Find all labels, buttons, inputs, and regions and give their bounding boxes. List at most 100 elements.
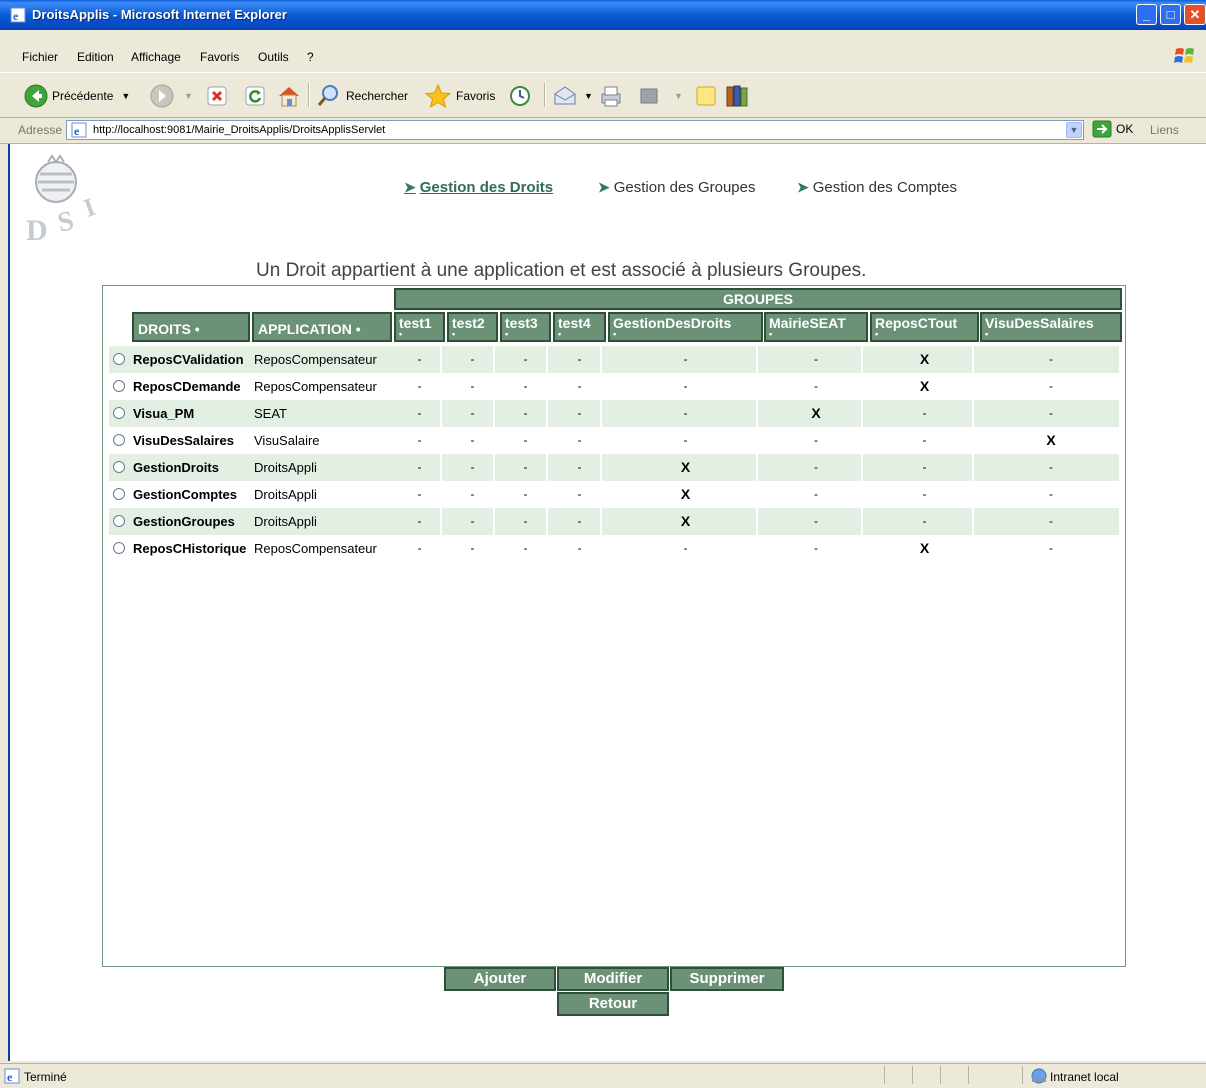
table-row[interactable]: Visua_PM SEAT - - - - - X - - (109, 400, 1119, 427)
table-row[interactable]: GestionGroupes DroitsAppli - - - - X - - - (109, 508, 1119, 535)
menu-affichage[interactable]: Affichage (131, 50, 181, 64)
row-radio[interactable] (113, 461, 125, 473)
droit-name: ReposCDemande (133, 379, 241, 394)
group-header-gestiondesdroits[interactable]: GestionDesDroits • (608, 312, 763, 342)
address-input[interactable]: e http://localhost:9081/Mairie_DroitsApp… (66, 120, 1084, 140)
row-radio[interactable] (113, 515, 125, 527)
nav-gestion-groupes[interactable]: ➤ Gestion des Groupes (598, 179, 755, 196)
sort-dot-icon: • (985, 329, 989, 339)
home-button[interactable] (276, 83, 306, 109)
group-header-visudessalaires[interactable]: VisuDesSalaires • (980, 312, 1122, 342)
group-header-label: ReposCTout (875, 315, 958, 331)
group-header-test2[interactable]: test2 • (447, 312, 498, 342)
row-radio[interactable] (113, 353, 125, 365)
toolbar-separator (308, 83, 310, 107)
table-row[interactable]: GestionDroits DroitsAppli - - - - X - - - (109, 454, 1119, 481)
group-membership-cell: - (417, 406, 422, 420)
add-button[interactable]: Ajouter (444, 967, 556, 991)
edit-button[interactable]: ▼ (638, 83, 683, 109)
droit-name: Visua_PM (133, 406, 195, 421)
discuss-button[interactable] (694, 83, 722, 109)
group-header-label: test4 (558, 315, 591, 331)
table-row[interactable]: ReposCHistorique ReposCompensateur - - - - - - X… (109, 535, 1119, 562)
group-header-reposctout[interactable]: ReposCTout • (870, 312, 979, 342)
maximize-button[interactable]: □ (1160, 4, 1181, 25)
back-page-button[interactable]: Retour (557, 992, 669, 1016)
forward-button[interactable]: ▼ (150, 83, 193, 109)
print-button[interactable] (598, 83, 628, 109)
col-header-application[interactable]: APPLICATION • (252, 312, 392, 342)
group-membership-cell: - (470, 433, 475, 447)
menu-outils[interactable]: Outils (258, 50, 289, 64)
research-button[interactable] (724, 83, 754, 109)
print-icon (601, 86, 621, 107)
droits-table-frame: GROUPES DROITS • APPLICATION • test1 • tes… (102, 285, 1126, 967)
nav-gestion-droits[interactable]: ➤ Gestion des Droits (404, 179, 553, 196)
address-dropdown-icon[interactable]: ▼ (1066, 122, 1082, 138)
droit-name: ReposCHistorique (133, 541, 247, 556)
group-header-mairieseat[interactable]: MairieSEAT • (764, 312, 868, 342)
row-radio[interactable] (113, 407, 125, 419)
nav-arrow-icon: ➤ (598, 179, 610, 195)
favorites-button[interactable]: Favoris (424, 83, 495, 109)
group-membership-cell: - (577, 541, 582, 555)
group-header-test1[interactable]: test1 • (394, 312, 445, 342)
intranet-zone-icon (1031, 1068, 1047, 1084)
menu-favoris[interactable]: Favoris (200, 50, 239, 64)
group-membership-cell: - (922, 406, 927, 420)
close-button[interactable]: ✕ (1184, 4, 1206, 25)
go-button[interactable]: OK (1092, 120, 1133, 138)
menu-fichier[interactable]: Fichier (22, 50, 58, 64)
modify-button[interactable]: Modifier (557, 967, 669, 991)
address-label: Adresse (18, 123, 63, 137)
group-header-label: MairieSEAT (769, 315, 846, 331)
groupes-header: GROUPES (394, 288, 1122, 310)
minimize-button[interactable]: _ (1136, 4, 1157, 25)
group-membership-cell: - (417, 541, 422, 555)
nav-gestion-comptes[interactable]: ➤ Gestion des Comptes (797, 179, 957, 196)
menu-help[interactable]: ? (307, 50, 314, 64)
menu-edition[interactable]: Edition (77, 50, 114, 64)
dsi-logo: D S I (26, 154, 99, 244)
windows-logo-icon (1174, 48, 1194, 63)
group-header-test4[interactable]: test4 • (553, 312, 606, 342)
table-row[interactable]: ReposCValidation ReposCompensateur - - - - - - X… (109, 346, 1119, 373)
group-header-test3[interactable]: test3 • (500, 312, 551, 342)
refresh-button[interactable] (244, 83, 270, 109)
row-radio[interactable] (113, 380, 125, 392)
group-membership-cell: - (523, 460, 528, 474)
col-header-droits[interactable]: DROITS • (132, 312, 250, 342)
stop-button[interactable] (206, 83, 232, 109)
group-membership-cell: - (1049, 487, 1053, 501)
group-membership-cell: - (470, 379, 475, 393)
group-membership-cell: - (814, 541, 818, 555)
svg-text:I: I (80, 192, 99, 223)
edit-dropdown-icon[interactable]: ▼ (674, 91, 683, 101)
mail-button[interactable]: ▼ (552, 83, 593, 109)
table-row[interactable]: GestionComptes DroitsAppli - - - - X - - - (109, 481, 1119, 508)
back-button[interactable]: Précédente ▼ (24, 83, 130, 109)
nav-arrow-icon: ➤ (404, 179, 416, 195)
group-membership-cell: - (417, 433, 422, 447)
search-button[interactable]: Rechercher (316, 83, 408, 109)
group-membership-cell: - (1049, 352, 1053, 366)
group-header-label: test2 (452, 315, 485, 331)
history-icon (510, 86, 530, 106)
svg-text:e: e (7, 1070, 13, 1084)
row-radio[interactable] (113, 542, 125, 554)
history-button[interactable] (508, 83, 536, 109)
row-radio[interactable] (113, 488, 125, 500)
table-row[interactable]: ReposCDemande ReposCompensateur - - - - - - X - (109, 373, 1119, 400)
group-membership-cell: - (683, 379, 688, 393)
row-radio[interactable] (113, 434, 125, 446)
svg-text:S: S (55, 205, 77, 239)
links-label[interactable]: Liens (1150, 123, 1179, 137)
notes-icon (696, 86, 716, 106)
forward-dropdown-icon[interactable]: ▼ (184, 91, 193, 101)
table-row[interactable]: VisuDesSalaires VisuSalaire - - - - - - - X (109, 427, 1119, 454)
delete-button[interactable]: Supprimer (670, 967, 784, 991)
mail-dropdown-icon[interactable]: ▼ (584, 91, 593, 101)
search-label: Rechercher (346, 89, 409, 103)
back-dropdown-icon[interactable]: ▼ (121, 91, 130, 101)
group-membership-cell: - (470, 352, 475, 366)
